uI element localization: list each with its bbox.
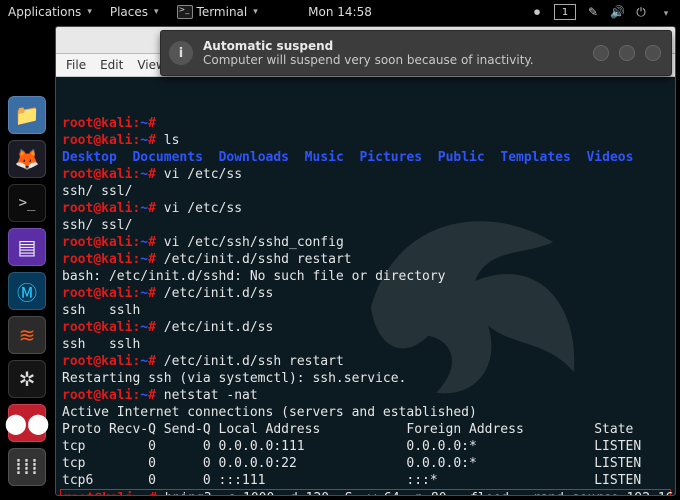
burp-launcher[interactable]: ≋ [8, 316, 46, 354]
out: ssh/ ssl/ [62, 218, 132, 233]
power-icon[interactable]: ⏻ [634, 5, 648, 20]
out: tcp6 0 0 :::111 :::* LISTEN [62, 473, 641, 488]
cmd: vi /etc/ssh/sshd_config [164, 235, 344, 250]
terminal-menu[interactable]: Terminal [177, 5, 258, 19]
applications-menu[interactable]: Applications [8, 5, 92, 19]
clock[interactable]: Mon 14:58 [308, 5, 372, 19]
volume-icon[interactable]: 🔊 [610, 5, 624, 19]
editor-launcher[interactable]: ▤ [8, 228, 46, 266]
terminal-window: File Edit View root@kali:~# root@kali:~#… [55, 26, 676, 496]
out: ssh/ ssl/ [62, 184, 132, 199]
notif-minimize-button[interactable] [593, 45, 609, 61]
notification-body: Computer will suspend very soon because … [203, 53, 534, 67]
system-caret-icon[interactable] [658, 5, 672, 19]
file-menu[interactable]: File [66, 58, 86, 72]
notification-title: Automatic suspend [203, 39, 534, 53]
out: ssh sslh [62, 337, 140, 352]
metasploit-launcher[interactable]: Ⓜ [8, 272, 46, 310]
out: tcp 0 0 0.0.0.0:111 0.0.0.0:* LISTEN [62, 439, 641, 454]
cherrytree-launcher[interactable]: ⬤⬤ [8, 404, 46, 442]
terminal-content[interactable]: root@kali:~# root@kali:~# ls Desktop Doc… [56, 77, 675, 495]
edit-menu[interactable]: Edit [100, 58, 123, 72]
notif-maximize-button[interactable] [619, 45, 635, 61]
launcher-dock: 📁 🦊 >_ ▤ Ⓜ ≋ ✲ ⬤⬤ ⁞⁞⁞ [2, 26, 52, 498]
out: Restarting ssh (via systemctl): ssh.serv… [62, 371, 406, 386]
workspace-indicator[interactable]: 1 [554, 4, 576, 20]
screencast-icon[interactable]: ⏺ [530, 5, 544, 20]
cmd: ls [164, 133, 180, 148]
places-menu[interactable]: Places [110, 5, 159, 19]
show-apps-launcher[interactable]: ⁞⁞⁞ [8, 448, 46, 486]
terminal-icon [177, 5, 193, 19]
cmd: /etc/init.d/ss [164, 286, 274, 301]
cmd: /etc/init.d/ssh restart [164, 354, 344, 369]
notif-close-button[interactable] [645, 45, 661, 61]
out: Proto Recv-Q Send-Q Local Address Foreig… [62, 422, 633, 437]
firefox-launcher[interactable]: 🦊 [8, 140, 46, 178]
zenmap-launcher[interactable]: ✲ [8, 360, 46, 398]
cmd: vi /etc/ss [164, 167, 242, 182]
out: bash: /etc/init.d/sshd: No such file or … [62, 269, 446, 284]
info-icon: i [169, 41, 193, 65]
top-panel: Applications Places Terminal Mon 14:58 ⏺… [0, 0, 680, 24]
cmd: /etc/init.d/sshd restart [164, 252, 352, 267]
cmd: /etc/init.d/ss [164, 320, 274, 335]
notification[interactable]: i Automatic suspend Computer will suspen… [160, 30, 672, 76]
out: ssh sslh [62, 303, 140, 318]
terminal-menu-label: Terminal [197, 5, 248, 19]
files-launcher[interactable]: 📁 [8, 96, 46, 134]
out: Active Internet connections (servers and… [62, 405, 477, 420]
settings-icon[interactable]: ✎ [586, 5, 600, 19]
highlighted-command: root@kali:~# hping3 -c 1000 -d 120 -S -w… [60, 489, 671, 495]
cmd: netstat -nat [164, 388, 258, 403]
cmd: vi /etc/ss [164, 201, 242, 216]
terminal-launcher[interactable]: >_ [8, 184, 46, 222]
out: tcp 0 0 0.0.0.0:22 0.0.0.0:* LISTEN [62, 456, 641, 471]
cmd: hping3 -c 1000 -d 120 -S -w 64 -p 80 --f… [165, 491, 675, 495]
